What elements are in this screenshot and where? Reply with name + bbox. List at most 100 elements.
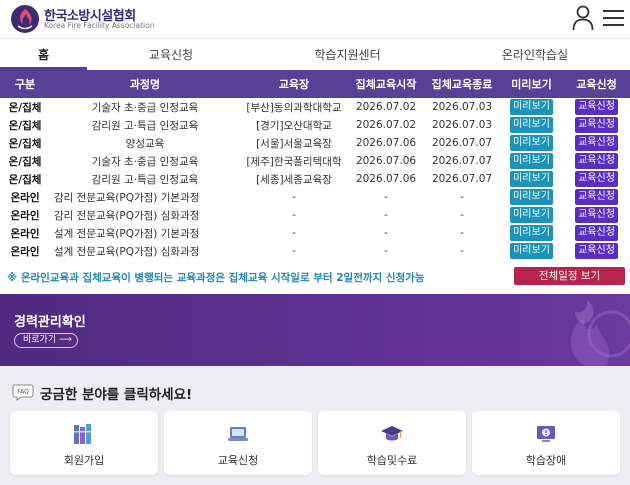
table-row: 온라인 감리 전문교육(PQ가점) 기본과정 - - - 미리보기 교육신청 (0, 188, 630, 206)
table-header-row: 구분 과정명 교육장 집체교육시작 집체교육종료 미리보기 교육신청 (0, 70, 630, 98)
table-row: 온라인 설계 전문교육(PQ가점) 심화과정 - - - 미리보기 교육신청 (0, 242, 630, 260)
course-schedule-table: 구분 과정명 교육장 집체교육시작 집체교육종료 미리보기 교육신청 온/집체 … (0, 70, 630, 260)
user-icon[interactable] (572, 5, 594, 31)
preview-button[interactable]: 미리보기 (510, 153, 553, 169)
apply-button[interactable]: 교육신청 (575, 207, 618, 223)
row-place: - (292, 191, 296, 203)
row-type: 온/집체 (8, 101, 42, 114)
apply-button[interactable]: 교육신청 (575, 189, 618, 205)
table-row: 온/집체 기술자 초·중급 인정교육 [부산]동의과학대학교 2026.07.0… (0, 98, 630, 116)
row-end: 2026.07.07 (431, 173, 493, 185)
faq-section: FAQ 궁금한 분야를 클릭하세요! 회원가입 교육신청 학습및수료 학습장애 (0, 366, 630, 485)
row-place: - (292, 245, 296, 257)
banner-title: 경력관리확인 (14, 315, 86, 330)
preview-button[interactable]: 미리보기 (510, 207, 553, 223)
tab-online-classroom[interactable]: 온라인학습실 (440, 39, 630, 70)
preview-button[interactable]: 미리보기 (510, 189, 553, 205)
row-start: 2026.07.06 (355, 155, 417, 167)
row-course: 감리원 고·특급 인정교육 (91, 119, 199, 132)
row-course: 감리 전문교육(PQ가점) 심화과정 (54, 209, 200, 222)
faq-card-learning-completion[interactable]: 학습및수료 (318, 411, 466, 475)
row-place: [경기]오산대학교 (256, 119, 332, 132)
faq-card-label: 학습장애 (525, 454, 567, 467)
row-start: - (384, 209, 388, 221)
header-start: 집체교육시작 (348, 70, 424, 98)
table-row: 온/집체 감리원 고·특급 인정교육 [세종]세종교육장 2026.07.06 … (0, 170, 630, 188)
row-start: 2026.07.06 (355, 137, 417, 149)
row-start: 2026.07.06 (355, 173, 417, 185)
org-subtitle: Korea Fire Facility Association (44, 21, 155, 30)
application-notice: ※ 온라인교육과 집체교육이 병행되는 교육과정은 집체교육 시작일로 부터 2… (7, 272, 425, 284)
apply-button[interactable]: 교육신청 (575, 117, 618, 133)
tab-education-apply[interactable]: 교육신청 (87, 39, 255, 70)
preview-button[interactable]: 미리보기 (510, 225, 553, 241)
books-icon (74, 424, 91, 444)
faq-card-label: 회원가입 (63, 454, 105, 467)
table-row: 온/집체 감리원 고·특급 인정교육 [경기]오산대학교 2026.07.02 … (0, 116, 630, 134)
header-end: 집체교육종료 (424, 70, 500, 98)
row-start: - (384, 191, 388, 203)
full-schedule-button[interactable]: 전체일정 보기 (514, 267, 625, 285)
svg-text:FAQ: FAQ (17, 389, 29, 396)
row-course: 설계 전문교육(PQ가점) 기본과정 (54, 227, 200, 240)
row-end: 2026.07.07 (431, 137, 493, 149)
table-row: 온라인 감리 전문교육(PQ가점) 심화과정 - - - 미리보기 교육신청 (0, 206, 630, 224)
table-row: 온/집체 기술자 초·중급 인정교육 [제주]한국폴리텍대학 2026.07.0… (0, 152, 630, 170)
apply-button[interactable]: 교육신청 (575, 99, 618, 115)
tab-learning-support[interactable]: 학습지원센터 (255, 39, 440, 70)
preview-button[interactable]: 미리보기 (510, 171, 553, 187)
row-type: 온/집체 (8, 119, 42, 132)
row-end: 2026.07.03 (431, 119, 493, 131)
row-type: 온라인 (10, 209, 40, 222)
row-place: - (292, 209, 296, 221)
tab-home[interactable]: 홈 (0, 39, 87, 70)
row-end: - (460, 209, 464, 221)
row-start: 2026.07.02 (355, 101, 417, 113)
apply-button[interactable]: 교육신청 (575, 135, 618, 151)
faq-title: 궁금한 분야를 클릭하세요! (40, 387, 193, 403)
row-end: - (460, 227, 464, 239)
preview-button[interactable]: 미리보기 (510, 99, 553, 115)
hamburger-menu-icon[interactable] (603, 9, 624, 27)
apply-button[interactable]: 교육신청 (575, 225, 618, 241)
preview-button[interactable]: 미리보기 (510, 243, 553, 259)
row-place: [세종]세종교육장 (256, 173, 332, 186)
row-place: [서울]서울교육장 (256, 137, 332, 150)
apply-button[interactable]: 교육신청 (575, 171, 618, 187)
career-check-banner[interactable]: 경력관리확인 바로가기 ⟶ (0, 294, 630, 366)
faq-card-education-apply[interactable]: 교육신청 (164, 411, 312, 475)
faq-bubble-icon: FAQ (12, 384, 34, 401)
table-row: 온/집체 양성교육 [서울]서울교육장 2026.07.06 2026.07.0… (0, 134, 630, 152)
row-course: 설계 전문교육(PQ가점) 심화과정 (54, 245, 200, 258)
row-place: [제주]한국폴리텍대학 (246, 155, 342, 168)
faq-card-signup[interactable]: 회원가입 (10, 411, 158, 475)
row-end: - (460, 191, 464, 203)
row-type: 온/집체 (8, 173, 42, 186)
preview-button[interactable]: 미리보기 (510, 117, 553, 133)
header-course: 과정명 (50, 70, 240, 98)
row-start: 2026.07.02 (355, 119, 417, 131)
row-start: - (384, 227, 388, 239)
row-end: 2026.07.03 (431, 101, 493, 113)
main-tabs: 홈 교육신청 학습지원센터 온라인학습실 (0, 38, 630, 70)
banner-shortcut-button[interactable]: 바로가기 ⟶ (14, 333, 78, 348)
faq-card-learning-issue[interactable]: 학습장애 (472, 411, 620, 475)
row-place: [부산]동의과학대학교 (246, 101, 342, 114)
apply-button[interactable]: 교육신청 (575, 243, 618, 259)
header-apply: 교육신청 (563, 70, 630, 98)
row-end: 2026.07.07 (431, 155, 493, 167)
header-preview: 미리보기 (500, 70, 563, 98)
row-course: 감리원 고·특급 인정교육 (91, 173, 199, 186)
faq-card-label: 교육신청 (217, 454, 259, 467)
row-start: - (384, 245, 388, 257)
preview-button[interactable]: 미리보기 (510, 135, 553, 151)
association-logo-icon[interactable] (10, 4, 40, 34)
site-header: 한국소방시설협회 Korea Fire Facility Association (0, 0, 630, 38)
header-type: 구분 (0, 70, 50, 98)
row-end: - (460, 245, 464, 257)
monitor-alert-icon (537, 426, 555, 442)
apply-button[interactable]: 교육신청 (575, 153, 618, 169)
row-course: 양성교육 (125, 137, 165, 150)
row-course: 기술자 초·중급 인정교육 (91, 101, 199, 114)
graduation-cap-icon (381, 426, 403, 441)
